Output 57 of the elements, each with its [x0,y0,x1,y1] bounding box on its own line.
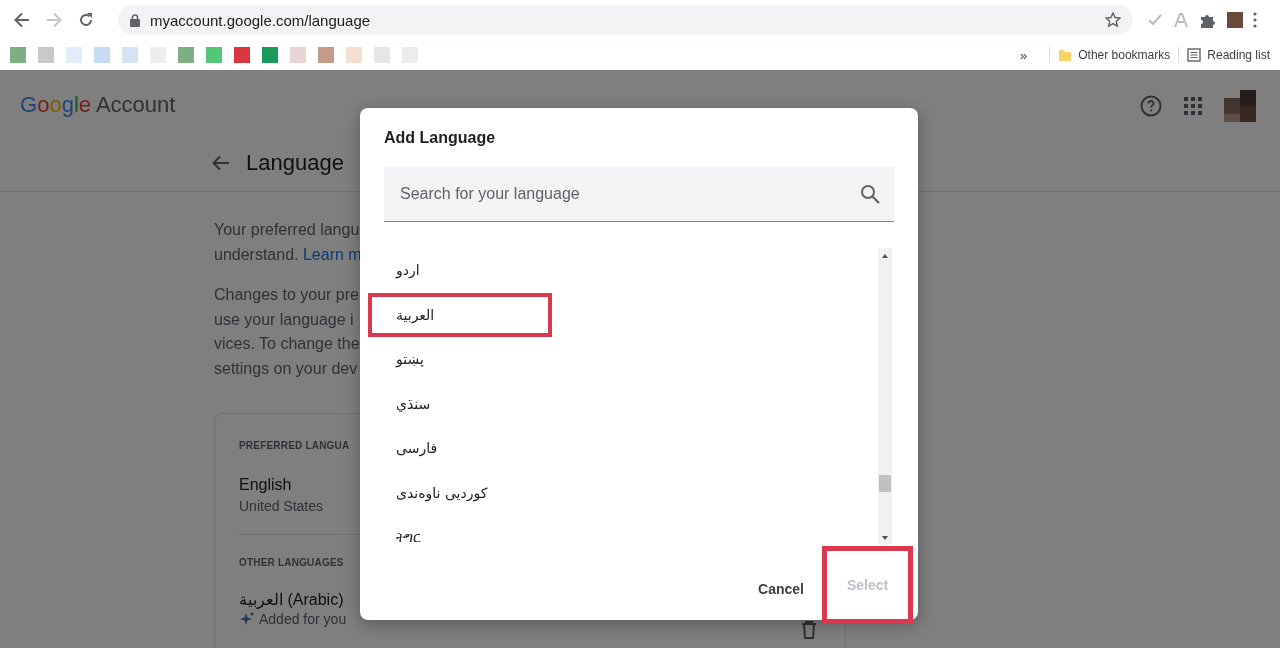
description-line: Your preferred langu [214,220,360,240]
search-icon[interactable] [860,184,880,204]
language-region: United States [239,498,325,514]
back-arrow-icon[interactable] [212,155,230,171]
trash-icon[interactable] [801,621,817,639]
cancel-button[interactable]: Cancel [748,573,814,605]
check-icon[interactable] [1147,12,1163,28]
bookmark-link[interactable]: Other bookmarks [1078,48,1171,62]
bookmark-icon[interactable] [262,47,278,63]
forward-icon[interactable] [46,12,62,28]
section-heading: PREFERRED LANGUA [239,440,351,451]
language-option[interactable]: سنڌي [368,381,552,426]
bookmark-icon[interactable] [94,47,110,63]
bookmark-icon[interactable] [290,47,306,63]
bookmark-icon[interactable] [206,47,222,63]
help-icon[interactable] [1140,95,1162,117]
folder-icon [1058,48,1073,62]
star-icon[interactable] [1105,12,1121,28]
description-line: Changes to your pre [214,285,360,305]
bookmark-icon[interactable] [10,47,26,63]
avatar-icon[interactable] [1224,90,1256,122]
reading-list-link[interactable]: Reading list [1207,48,1270,62]
description-line: settings on your dev [214,358,359,379]
description-line: understand. Learn m [214,244,360,265]
lock-icon [130,13,140,27]
back-icon[interactable] [14,12,30,28]
dialog-title: Add Language [384,129,496,147]
bookmark-icon[interactable] [234,47,250,63]
bookmark-icon[interactable] [346,47,362,63]
language-option[interactable]: فارسی [368,426,552,471]
url-text: myaccount.google.com/language [150,11,372,29]
language-option[interactable]: کوردیی ناوەندی [368,470,552,515]
scrollbar[interactable] [878,248,892,545]
reload-icon[interactable] [78,12,94,28]
list-icon [1187,48,1202,62]
bookmark-icon[interactable] [122,47,138,63]
language-option[interactable]: پښتو [368,337,552,382]
bookmark-icon[interactable] [38,47,54,63]
description-line: use your language i [214,309,355,330]
address-bar[interactable]: myaccount.google.com/language [118,5,1133,35]
bookmark-icon[interactable] [318,47,334,63]
language-option[interactable]: ትግር [368,515,552,545]
more-bookmarks-button[interactable]: » [1020,47,1028,63]
language-name: العربية (Arabic) [239,590,345,609]
bookmark-icon[interactable] [66,47,82,63]
description-line: vices. To change the [214,334,360,354]
added-note: Added for you [259,611,347,627]
section-heading: OTHER LANGUAGES [239,557,345,568]
apps-icon[interactable] [1184,97,1202,115]
page-title: Language [246,150,344,176]
menu-icon[interactable] [1253,12,1257,28]
bookmark-icon[interactable] [178,47,194,63]
language-option[interactable]: اردو [368,248,552,293]
bookmark-icon[interactable] [374,47,390,63]
sparkle-icon [239,611,255,627]
language-option[interactable]: العربية [368,292,552,337]
language-name: English [239,476,293,494]
